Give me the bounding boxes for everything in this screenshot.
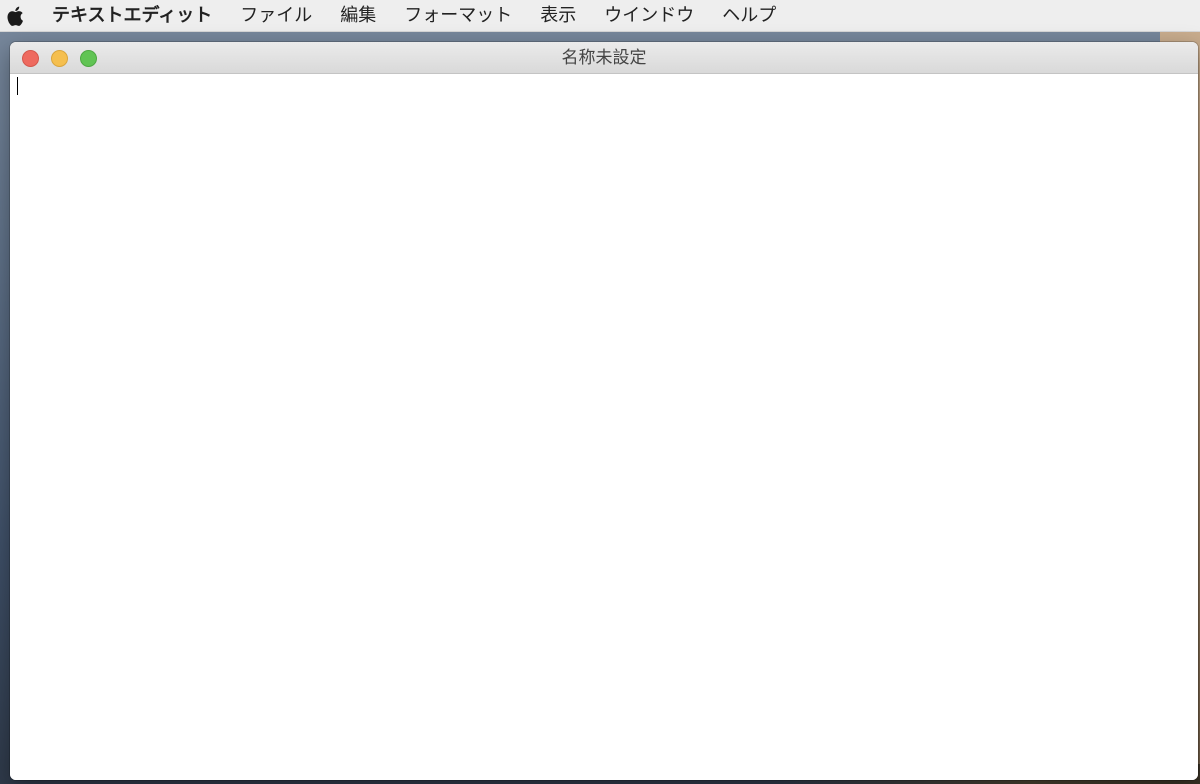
apple-logo-icon[interactable] [4, 3, 26, 29]
menu-window[interactable]: ウインドウ [590, 0, 708, 32]
menu-format[interactable]: フォーマット [390, 0, 526, 32]
textedit-window: 名称未設定 [10, 42, 1198, 780]
menu-file[interactable]: ファイル [226, 0, 326, 32]
window-title: 名称未設定 [561, 48, 647, 68]
menu-edit[interactable]: 編集 [326, 0, 390, 32]
apple-logo-icon-svg [7, 6, 23, 26]
menu-bar: テキストエディット ファイル 編集 フォーマット 表示 ウインドウ ヘルプ [0, 0, 1200, 32]
window-titlebar[interactable]: 名称未設定 [10, 42, 1198, 74]
document-text-area[interactable] [10, 74, 1198, 780]
text-caret [17, 77, 18, 95]
menu-view[interactable]: 表示 [526, 0, 590, 32]
menu-help[interactable]: ヘルプ [708, 0, 790, 32]
menu-app-name[interactable]: テキストエディット [52, 0, 226, 32]
